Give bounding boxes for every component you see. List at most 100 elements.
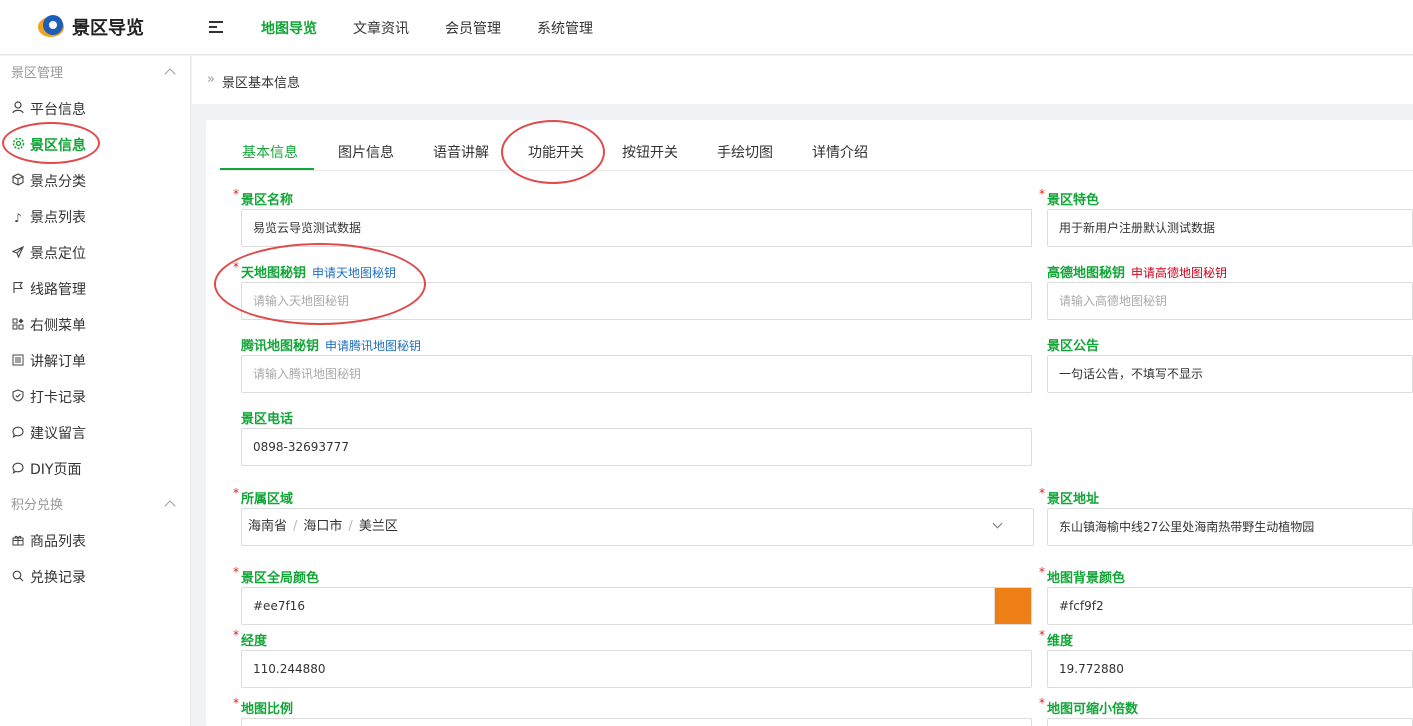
music-note-icon: ♪ bbox=[14, 211, 22, 225]
scenic-name-label: 景区名称 bbox=[241, 193, 294, 208]
tencent-key-label: 腾讯地图秘钥 申请腾讯地图秘钥 bbox=[241, 339, 422, 354]
map-bg-color-label: 地图背景颜色 bbox=[1047, 571, 1126, 586]
sidebar-item-diy-page[interactable]: DIY页面 bbox=[0, 452, 190, 488]
required-mark: * bbox=[1039, 628, 1045, 642]
color-picker-swatch[interactable] bbox=[994, 587, 1032, 625]
tencent-key-input[interactable]: 请输入腾讯地图秘钥 bbox=[241, 355, 1032, 393]
sidebar-item-feedback[interactable]: 建议留言 bbox=[0, 416, 190, 452]
sidebar-item-label: 线路管理 bbox=[30, 282, 86, 298]
sidebar-item-route-management[interactable]: 线路管理 bbox=[0, 272, 190, 308]
chat-icon bbox=[11, 416, 25, 452]
sidebar-group-scenic[interactable]: 景区管理 bbox=[0, 56, 190, 92]
tab-button-switches[interactable]: 按钮开关 bbox=[622, 142, 678, 162]
apply-amap-key-link[interactable]: 申请高德地图秘钥 bbox=[1131, 266, 1227, 280]
region-district: 美兰区 bbox=[358, 519, 398, 534]
scenic-name-input[interactable]: 易览云导览测试数据 bbox=[241, 209, 1032, 247]
map-scale-label: 地图比例 bbox=[241, 702, 294, 717]
logo-icon bbox=[38, 14, 64, 40]
app-title: 景区导览 bbox=[72, 18, 144, 39]
sidebar-item-label: 打卡记录 bbox=[30, 390, 86, 406]
chevron-up-icon bbox=[164, 68, 176, 80]
required-mark: * bbox=[233, 628, 239, 642]
notice-label: 景区公告 bbox=[1047, 339, 1100, 354]
longitude-label: 经度 bbox=[241, 634, 268, 649]
notice-input[interactable]: 一句话公告，不填写不显示 bbox=[1047, 355, 1413, 393]
region-label: 所属区域 bbox=[241, 492, 294, 507]
sidebar-item-spot-location[interactable]: 景点定位 bbox=[0, 236, 190, 272]
nav-members[interactable]: 会员管理 bbox=[445, 18, 501, 38]
tab-voice-guide[interactable]: 语音讲解 bbox=[433, 142, 489, 162]
global-color-input[interactable]: #ee7f16 bbox=[241, 587, 1032, 625]
phone-input[interactable]: 0898-32693777 bbox=[241, 428, 1032, 466]
sidebar-group-label: 积分兑换 bbox=[11, 498, 64, 513]
latitude-label: 维度 bbox=[1047, 634, 1074, 649]
nav-map-guide[interactable]: 地图导览 bbox=[261, 18, 317, 38]
scenic-info-card: 基本信息 图片信息 语音讲解 功能开关 按钮开关 手绘切图 详情介绍 * 景区名… bbox=[206, 120, 1413, 726]
annotation-circle-feature-tab bbox=[501, 120, 605, 184]
apps-icon bbox=[11, 308, 25, 344]
logo[interactable]: 景区导览 bbox=[38, 14, 144, 40]
sidebar-item-platform-info[interactable]: 平台信息 bbox=[0, 92, 190, 128]
required-mark: * bbox=[233, 696, 239, 710]
scenic-feature-input[interactable]: 用于新用户注册默认测试数据 bbox=[1047, 209, 1413, 247]
sidebar-item-label: 兑换记录 bbox=[30, 570, 86, 586]
region-province: 海南省 bbox=[248, 519, 288, 534]
map-min-zoom-input[interactable] bbox=[1047, 718, 1413, 726]
required-mark: * bbox=[233, 486, 239, 500]
region-separator: / bbox=[348, 519, 353, 534]
tab-basic-info[interactable]: 基本信息 bbox=[242, 142, 298, 162]
tab-detail-intro[interactable]: 详情介绍 bbox=[812, 142, 868, 162]
sidebar-item-product-list[interactable]: 商品列表 bbox=[0, 524, 190, 560]
map-bg-color-input[interactable]: #fcf9f2 bbox=[1047, 587, 1413, 625]
menu-toggle-icon[interactable] bbox=[209, 19, 225, 35]
chevron-down-icon bbox=[992, 518, 1003, 529]
required-mark: * bbox=[1039, 187, 1045, 201]
apply-tencent-key-link[interactable]: 申请腾讯地图秘钥 bbox=[325, 339, 421, 353]
sidebar-item-guide-orders[interactable]: 讲解订单 bbox=[0, 344, 190, 380]
required-mark: * bbox=[1039, 565, 1045, 579]
required-mark: * bbox=[1039, 486, 1045, 500]
sidebar-group-points[interactable]: 积分兑换 bbox=[0, 488, 190, 524]
nav-articles[interactable]: 文章资讯 bbox=[353, 18, 409, 38]
sidebar-item-label: 景点分类 bbox=[30, 174, 86, 190]
longitude-input[interactable]: 110.244880 bbox=[241, 650, 1032, 688]
sidebar-item-spot-list[interactable]: ♪ 景点列表 bbox=[0, 200, 190, 236]
address-input[interactable]: 东山镇海榆中线27公里处海南热带野生动植物园 bbox=[1047, 508, 1413, 546]
latitude-input[interactable]: 19.772880 bbox=[1047, 650, 1413, 688]
sidebar-item-right-menu[interactable]: 右侧菜单 bbox=[0, 308, 190, 344]
sidebar-item-label: 右侧菜单 bbox=[30, 318, 86, 334]
annotation-circle-scenic-info bbox=[2, 122, 100, 164]
tab-image-info[interactable]: 图片信息 bbox=[338, 142, 394, 162]
top-nav: 地图导览 文章资讯 会员管理 系统管理 bbox=[261, 18, 629, 38]
tab-hand-drawn-tiles[interactable]: 手绘切图 bbox=[717, 142, 773, 162]
sidebar-item-redeem-records[interactable]: 兑换记录 bbox=[0, 560, 190, 596]
required-mark: * bbox=[1039, 696, 1045, 710]
user-icon bbox=[11, 92, 25, 128]
region-separator: / bbox=[293, 519, 298, 534]
sidebar-group-label: 景区管理 bbox=[11, 66, 64, 81]
list-icon bbox=[11, 344, 25, 380]
region-cascader[interactable]: 海南省 / 海口市 / 美兰区 bbox=[241, 508, 1034, 546]
chevron-up-icon bbox=[164, 500, 176, 512]
amap-key-input[interactable]: 请输入高德地图秘钥 bbox=[1047, 282, 1413, 320]
map-scale-input[interactable] bbox=[241, 718, 1032, 726]
global-color-label: 景区全局颜色 bbox=[241, 571, 320, 586]
sidebar-item-label: 商品列表 bbox=[30, 534, 86, 550]
amap-key-label: 高德地图秘钥 申请高德地图秘钥 bbox=[1047, 266, 1228, 281]
send-icon bbox=[11, 236, 25, 272]
region-city: 海口市 bbox=[303, 519, 343, 534]
nav-system[interactable]: 系统管理 bbox=[537, 18, 593, 38]
scenic-feature-label: 景区特色 bbox=[1047, 193, 1100, 208]
flag-icon bbox=[11, 272, 25, 308]
search-icon bbox=[11, 560, 25, 596]
cube-icon bbox=[11, 164, 25, 200]
top-bar: 景区导览 地图导览 文章资讯 会员管理 系统管理 bbox=[0, 0, 1413, 55]
annotation-circle-tianditu-key bbox=[214, 243, 426, 325]
sidebar-item-spot-category[interactable]: 景点分类 bbox=[0, 164, 190, 200]
sidebar-item-checkin-records[interactable]: 打卡记录 bbox=[0, 380, 190, 416]
breadcrumb: » 景区基本信息 bbox=[192, 56, 1413, 104]
gift-icon bbox=[11, 524, 25, 560]
map-min-zoom-label: 地图可缩小倍数 bbox=[1047, 702, 1139, 717]
chat-icon bbox=[11, 452, 25, 488]
sidebar-item-label: 景点定位 bbox=[30, 246, 86, 262]
